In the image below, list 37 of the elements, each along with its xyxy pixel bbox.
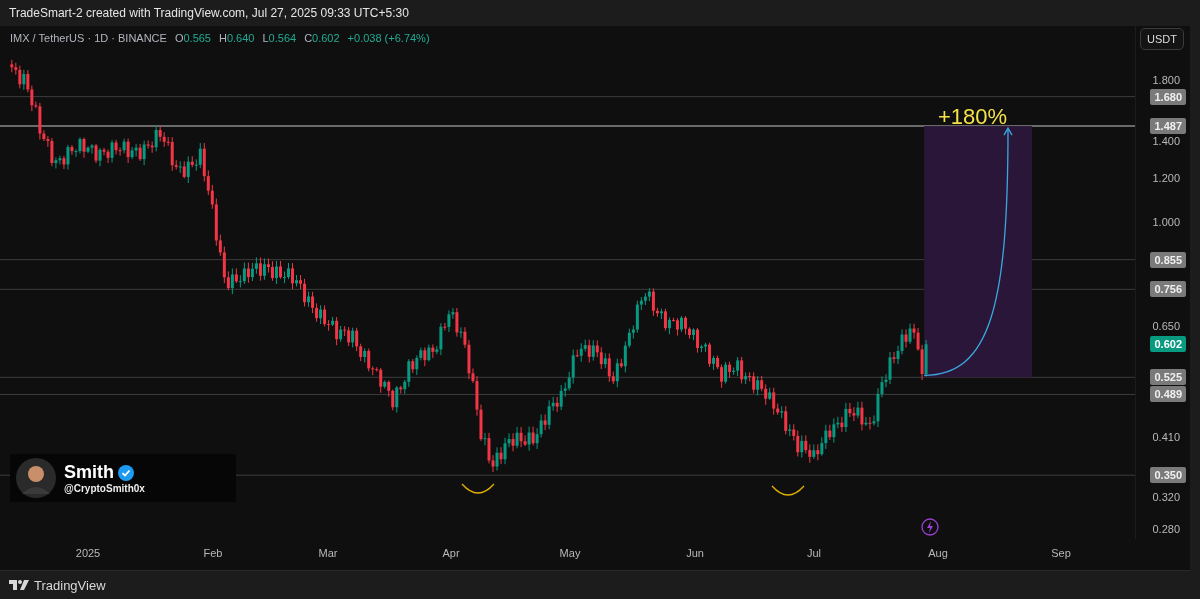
time-tick: Apr <box>442 547 460 559</box>
symbol-label: IMX / TetherUS · 1D · BINANCE <box>10 32 167 44</box>
currency-button[interactable]: USDT <box>1140 28 1184 50</box>
ohlc-value: C0.602 <box>304 32 340 44</box>
price-tick: 0.410 <box>1152 430 1180 443</box>
chart-title: TradeSmart-2 created with TradingView.com, Jul 27, 2025 09:33 UTC+5:30 <box>9 6 409 20</box>
time-tick: Mar <box>318 547 338 559</box>
time-tick: Jun <box>686 547 704 559</box>
ohlc-value: H0.640 <box>219 32 255 44</box>
price-level-tag: 0.855 <box>1150 251 1186 268</box>
time-tick: Aug <box>928 547 948 559</box>
time-tick: 2025 <box>75 547 101 559</box>
price-level-tag: 1.680 <box>1150 88 1186 105</box>
price-level-tag: 0.489 <box>1150 386 1186 403</box>
time-tick: Jul <box>806 547 822 559</box>
time-tick: Sep <box>1051 547 1071 559</box>
ohlc-value: L0.564 <box>262 32 297 44</box>
ohlc-value: O0.565 <box>174 32 211 44</box>
time-tick: May <box>559 547 581 559</box>
price-tick: 0.280 <box>1152 523 1180 535</box>
price-tick: 0.320 <box>1152 490 1180 503</box>
price-level-tag: 0.350 <box>1150 467 1186 484</box>
price-tick: 1.200 <box>1152 171 1180 184</box>
price-tick: 1.000 <box>1152 215 1180 228</box>
price-tick: 1.400 <box>1152 134 1180 147</box>
brand-name: TradingView <box>34 577 106 593</box>
price-level-tag: 0.756 <box>1150 281 1186 298</box>
change-value: +0.038 (+6.74%) <box>347 32 430 44</box>
price-level-tag: 1.487 <box>1150 118 1186 135</box>
time-tick: Feb <box>203 547 223 559</box>
gain-label: +180% <box>938 104 1008 130</box>
last-price-tag: 0.602 <box>1150 336 1186 353</box>
price-tick: 1.800 <box>1152 74 1180 86</box>
price-tick: 0.650 <box>1152 319 1180 332</box>
author-handle: @CryptoSmith0x <box>64 483 145 494</box>
price-level-tag: 0.525 <box>1150 369 1186 386</box>
author-name: Smith <box>64 462 114 483</box>
